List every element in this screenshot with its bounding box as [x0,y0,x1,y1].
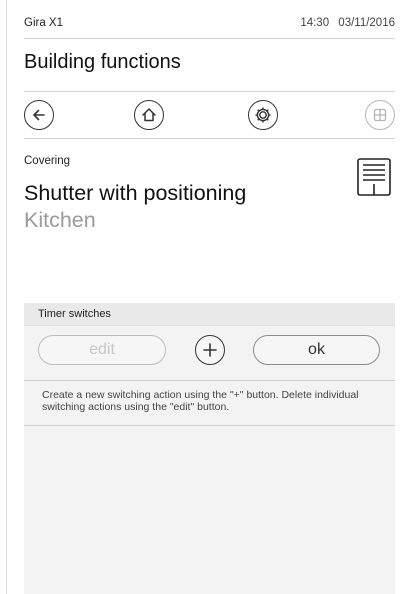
plus-icon [203,343,217,357]
timer-section: Timer switches edit ok Create a new swit… [24,303,395,594]
edit-button[interactable]: edit [38,335,166,365]
timer-hint: Create a new switching action using the … [42,389,359,413]
divider-hint-bottom [24,425,395,426]
divider-nav [24,138,395,139]
function-name: Shutter with positioning [24,181,247,205]
timer-controls: edit ok [24,326,395,380]
home-icon [142,108,156,122]
settings-button[interactable] [248,100,278,130]
gear-icon [255,107,271,123]
timer-header: Timer switches [24,303,395,326]
back-button[interactable] [24,100,54,130]
divider-title [24,91,395,92]
room-name: Kitchen [24,208,96,232]
grid-icon [373,108,387,122]
status-bar: Gira X1 14:30 03/11/2016 [24,17,395,33]
status-clock: 14:30 03/11/2016 [300,17,395,29]
app-frame: Gira X1 14:30 03/11/2016 Building functi… [0,0,405,594]
divider-top [24,38,395,39]
ok-button[interactable]: ok [253,335,380,365]
category-label: Covering [24,155,71,167]
add-button[interactable] [195,335,225,365]
shutter-icon [356,157,392,202]
arrow-left-icon [33,109,45,121]
device-name: Gira X1 [24,17,63,29]
grid-button[interactable] [365,100,395,130]
nav-bar [24,100,395,132]
status-time: 14:30 [300,17,330,29]
home-button[interactable] [134,100,164,130]
page-title: Building functions [24,51,181,73]
status-date: 03/11/2016 [338,17,395,29]
